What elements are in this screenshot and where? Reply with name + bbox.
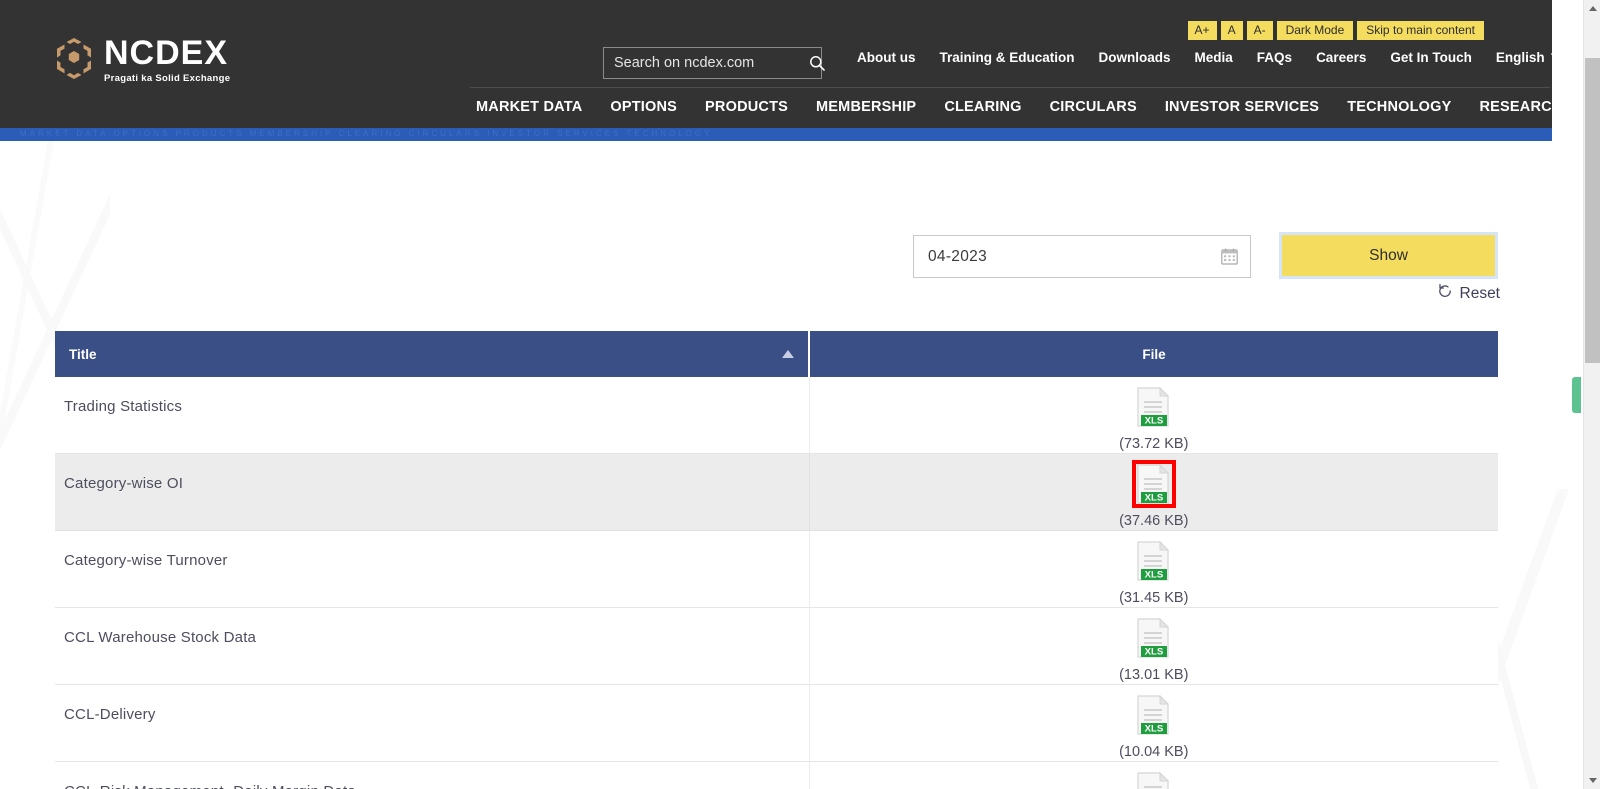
chevron-down-icon [1550,48,1564,66]
row-file-size: (73.72 KB) [1119,436,1189,452]
table-row: CCL-Delivery XLS (10.04 KB) [55,684,1498,762]
logo-tagline: Pragati ka Solid Exchange [104,73,231,84]
nav-accent-strip: MARKET DATA OPTIONS PRODUCTS MEMBERSHIP … [0,128,1552,141]
feedback-tab[interactable] [1572,377,1581,413]
reset-label: Reset [1459,284,1501,302]
dark-mode-button[interactable]: Dark Mode [1276,21,1354,40]
top-link-training-education[interactable]: Training & Education [928,50,1087,65]
files-table: Title File Trading Statistics XLS (73.72… [55,331,1498,789]
nav-item-market-data[interactable]: MARKET DATA [462,95,596,119]
reset-link[interactable]: Reset [1437,283,1501,304]
accessibility-toolbar: A+ A A- Dark Mode Skip to main content [1187,21,1484,40]
row-title: CCL-Delivery [55,684,810,762]
xls-file-icon[interactable]: XLS [1131,460,1176,508]
search-input[interactable] [604,55,807,71]
top-link-downloads[interactable]: Downloads [1087,50,1183,65]
row-file: XLS (13.01 KB) [809,607,1498,685]
top-link-about-us[interactable]: About us [845,50,928,65]
month-year-value: 04-2023 [928,247,987,265]
nav-accent-strip-text: MARKET DATA OPTIONS PRODUCTS MEMBERSHIP … [20,129,713,138]
row-file: XLS (37.46 KB) [809,453,1498,531]
column-header-title[interactable]: Title [55,331,810,377]
language-label: English [1495,49,1545,65]
calendar-icon[interactable] [1221,248,1238,265]
table-row: Trading Statistics XLS (73.72 KB) [55,377,1498,454]
row-title: Trading Statistics [55,377,810,454]
table-row: CCL Warehouse Stock Data XLS (13.01 KB) [55,607,1498,685]
row-file: XLS (31.45 KB) [809,530,1498,608]
vertical-scrollbar[interactable] [1583,0,1600,789]
nav-item-circulars[interactable]: CIRCULARS [1036,95,1151,119]
table-header-row: Title File [55,331,1498,377]
search-icon[interactable] [807,55,835,71]
row-file: XLS [809,761,1498,789]
page-root: NCDEX Pragati ka Solid Exchange A+ A A- … [0,0,1600,789]
nav-item-investor-services[interactable]: INVESTOR SERVICES [1151,95,1333,119]
row-file-size: (31.45 KB) [1119,590,1189,606]
nav-item-options[interactable]: OPTIONS [596,95,691,119]
language-selector[interactable]: English [1484,48,1570,66]
svg-text:XLS: XLS [1144,493,1163,504]
filter-row: 04-2023 Show Reset [0,232,1552,302]
table-body: Trading Statistics XLS (73.72 KB) Catego… [55,377,1498,789]
row-title: CCL-Risk Management- Daily Margin Data [55,761,810,789]
table-row: Category-wise OI XLS (37.46 KB) [55,453,1498,531]
row-file: XLS (73.72 KB) [809,377,1498,454]
row-file: XLS (10.04 KB) [809,684,1498,762]
month-year-picker[interactable]: 04-2023 [913,235,1251,278]
top-link-media[interactable]: Media [1183,50,1245,65]
site-header: NCDEX Pragati ka Solid Exchange A+ A A- … [0,0,1600,128]
skip-to-main-content-link[interactable]: Skip to main content [1357,21,1484,40]
column-header-title-label: Title [69,346,97,362]
nav-item-clearing[interactable]: CLEARING [930,95,1035,119]
top-link-careers[interactable]: Careers [1304,50,1378,65]
refresh-icon [1437,283,1453,304]
scrollbar-thumb[interactable] [1585,58,1600,363]
top-link-faqs[interactable]: FAQs [1245,50,1304,65]
svg-text:XLS: XLS [1144,724,1163,735]
sort-ascending-icon [782,350,794,358]
files-table-container: Title File Trading Statistics XLS (73.72… [55,331,1498,789]
nav-item-research[interactable]: RESEARCH [1466,95,1577,119]
hexagon-recycle-icon [52,36,96,80]
top-links-nav: About us Training & Education Downloads … [845,48,1570,66]
table-row: Category-wise Turnover XLS (31.45 KB) [55,530,1498,608]
top-link-get-in-touch[interactable]: Get In Touch [1378,50,1484,65]
scroll-up-arrow-icon[interactable] [1584,0,1600,17]
scroll-down-arrow-icon[interactable] [1584,772,1600,789]
xls-file-icon[interactable]: XLS [1136,771,1172,789]
site-logo[interactable]: NCDEX Pragati ka Solid Exchange [52,36,230,84]
row-title: Category-wise OI [55,453,810,531]
xls-file-icon[interactable]: XLS [1136,386,1172,427]
nav-item-products[interactable]: PRODUCTS [691,95,802,119]
row-file-size: (37.46 KB) [1119,513,1189,529]
table-row: CCL-Risk Management- Daily Margin Data [55,761,1498,789]
show-button[interactable]: Show [1282,235,1495,276]
row-title: Category-wise Turnover [55,530,810,608]
nav-item-membership[interactable]: MEMBERSHIP [802,95,930,119]
table-head: Title File [55,331,1498,377]
logo-wordmark: NCDEX [104,34,229,72]
svg-text:XLS: XLS [1144,570,1163,581]
show-button-focus-ring: Show [1279,232,1498,279]
xls-file-icon[interactable]: XLS [1136,540,1172,581]
row-title: CCL Warehouse Stock Data [55,607,810,685]
column-header-file[interactable]: File [809,331,1498,377]
xls-file-icon[interactable]: XLS [1136,617,1172,658]
svg-text:XLS: XLS [1144,416,1163,427]
nav-divider [470,87,1550,88]
decrease-font-button[interactable]: A- [1246,21,1273,40]
svg-text:XLS: XLS [1144,647,1163,658]
column-header-file-label: File [1142,346,1166,362]
search-box[interactable] [603,47,825,79]
xls-file-icon[interactable]: XLS [1136,694,1172,735]
row-file-size: (13.01 KB) [1119,667,1189,683]
row-file-size: (10.04 KB) [1119,744,1189,760]
main-navigation: MARKET DATA OPTIONS PRODUCTS MEMBERSHIP … [462,95,1600,119]
increase-font-button[interactable]: A+ [1187,21,1217,40]
normal-font-button[interactable]: A [1220,21,1243,40]
nav-item-technology[interactable]: TECHNOLOGY [1333,95,1465,119]
